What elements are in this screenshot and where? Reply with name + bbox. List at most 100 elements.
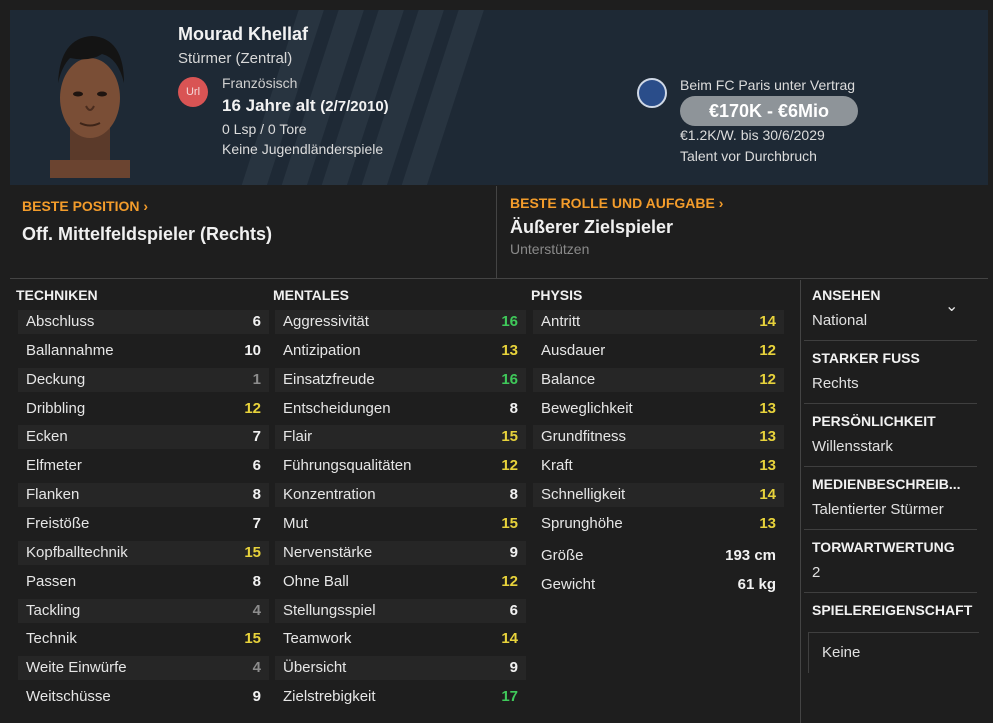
attribute-value: 12 — [244, 399, 261, 417]
attribute-name: Ausdauer — [541, 341, 606, 359]
attribute-row[interactable]: Zielstrebigkeit 17 — [275, 685, 526, 709]
best-position-link[interactable]: BESTE POSITION › — [22, 198, 148, 214]
divider — [804, 403, 977, 404]
attribute-value: 8 — [509, 486, 518, 504]
attribute-row[interactable]: Übersicht 9 — [275, 656, 526, 681]
player-age: 16 Jahre alt (2/7/2010) — [222, 96, 389, 116]
international-caps: 0 Lsp / 0 Tore — [222, 121, 307, 137]
attribute-value: 13 — [759, 457, 776, 475]
attribute-row[interactable]: Grundfitness 13 — [533, 425, 784, 450]
date-of-birth: (2/7/2010) — [320, 98, 389, 115]
attribute-name: Passen — [26, 572, 77, 590]
attribute-row[interactable]: Abschluss 6 — [18, 310, 269, 334]
attribute-name: Konzentration — [283, 486, 376, 504]
info-label: TORWARTWERTUNG — [812, 539, 955, 555]
info-label: SPIELEREIGENSCHAFT — [812, 602, 973, 618]
attribute-row[interactable]: Führungsqualitäten 12 — [275, 454, 526, 478]
attribute-row[interactable]: Weitschüsse 9 — [18, 685, 269, 709]
attribute-row[interactable]: Balance 12 — [533, 367, 784, 392]
physical-detail-row: Gewicht 61 kg — [533, 573, 784, 597]
attribute-value: 17 — [501, 688, 518, 706]
attribute-row[interactable]: Ohne Ball 12 — [275, 570, 526, 594]
attribute-value: 12 — [759, 341, 776, 359]
nationality: Französisch — [222, 75, 298, 91]
best-position-label: BESTE POSITION — [22, 198, 140, 214]
attribute-row[interactable]: Aggressivität 16 — [275, 310, 526, 334]
attribute-value: 4 — [252, 659, 261, 677]
attribute-value: 12 — [759, 370, 776, 388]
attribute-row[interactable]: Kopfballtechnik 15 — [18, 540, 269, 565]
attribute-value: 1 — [252, 370, 261, 388]
attribute-row[interactable]: Ballannahme 10 — [18, 339, 269, 363]
attribute-row[interactable]: Nervenstärke 9 — [275, 540, 526, 565]
attribute-row[interactable]: Flanken 8 — [18, 483, 269, 508]
transfer-value-badge[interactable]: €170K - €6Mio — [680, 96, 858, 126]
detail-name: Größe — [541, 547, 584, 564]
chevron-right-icon: › — [718, 195, 724, 211]
attribute-row[interactable]: Tackling 4 — [18, 598, 269, 623]
physical-header: PHYSIS — [531, 287, 583, 303]
attribute-name: Einsatzfreude — [283, 370, 375, 388]
attribute-name: Ecken — [26, 428, 68, 446]
attribute-row[interactable]: Weite Einwürfe 4 — [18, 656, 269, 681]
attribute-row[interactable]: Ecken 7 — [18, 425, 269, 450]
attribute-row[interactable]: Stellungsspiel 6 — [275, 598, 526, 623]
attribute-row[interactable]: Flair 15 — [275, 425, 526, 450]
attribute-row[interactable]: Antizipation 13 — [275, 339, 526, 363]
attribute-value: 4 — [252, 601, 261, 619]
divider — [800, 280, 801, 723]
detail-value: 193 cm — [725, 547, 776, 564]
nationality-flag-icon[interactable]: Url — [178, 77, 208, 107]
attribute-name: Führungsqualitäten — [283, 457, 412, 475]
attribute-name: Weite Einwürfe — [26, 659, 127, 677]
info-value: 2 — [812, 564, 821, 581]
attribute-row[interactable]: Entscheidungen 8 — [275, 397, 526, 421]
info-value: Talentierter Stürmer — [812, 501, 944, 518]
attribute-row[interactable]: Dribbling 12 — [18, 397, 269, 421]
attribute-value: 15 — [244, 543, 261, 561]
attribute-row[interactable]: Konzentration 8 — [275, 483, 526, 508]
detail-name: Gewicht — [541, 575, 596, 593]
attribute-row[interactable]: Ausdauer 12 — [533, 339, 784, 363]
best-role-duty: Unterstützen — [510, 241, 590, 257]
attribute-name: Tackling — [26, 601, 81, 619]
club-crest-icon[interactable] — [637, 78, 667, 108]
attribute-row[interactable]: Teamwork 14 — [275, 627, 526, 651]
attribute-row[interactable]: Mut 15 — [275, 512, 526, 536]
attribute-value: 15 — [501, 428, 518, 446]
youth-caps: Keine Jugendländerspiele — [222, 141, 384, 157]
attribute-row[interactable]: Deckung 1 — [18, 367, 269, 392]
info-label: MEDIENBESCHREIB... — [812, 476, 961, 492]
info-label: ANSEHEN — [812, 287, 881, 303]
attribute-name: Dribbling — [26, 399, 86, 417]
attribute-name: Aggressivität — [283, 313, 369, 330]
attribute-row[interactable]: Freistöße 7 — [18, 512, 269, 536]
attribute-name: Ballannahme — [26, 341, 114, 359]
attribute-name: Grundfitness — [541, 428, 627, 446]
attribute-row[interactable]: Antritt 14 — [533, 310, 784, 334]
attribute-value: 12 — [501, 572, 518, 590]
attribute-row[interactable]: Schnelligkeit 14 — [533, 483, 784, 508]
attribute-value: 14 — [759, 486, 776, 504]
chevron-down-icon[interactable]: ⌄ — [945, 296, 958, 316]
attribute-value: 13 — [759, 399, 776, 417]
attribute-value: 9 — [252, 688, 261, 706]
attribute-name: Deckung — [26, 370, 86, 388]
attribute-name: Antizipation — [283, 341, 361, 359]
attribute-name: Weitschüsse — [26, 688, 111, 706]
attribute-row[interactable]: Sprunghöhe 13 — [533, 512, 784, 536]
attribute-row[interactable]: Kraft 13 — [533, 454, 784, 478]
info-value: Rechts — [812, 375, 859, 392]
attribute-row[interactable]: Elfmeter 6 — [18, 454, 269, 478]
attribute-row[interactable]: Technik 15 — [18, 627, 269, 651]
best-role-link[interactable]: BESTE ROLLE UND AUFGABE › — [510, 195, 723, 211]
attribute-value: 8 — [509, 399, 518, 417]
attribute-row[interactable]: Passen 8 — [18, 570, 269, 594]
attribute-name: Entscheidungen — [283, 399, 391, 417]
divider — [804, 466, 977, 467]
attribute-name: Nervenstärke — [283, 543, 373, 561]
attribute-row[interactable]: Einsatzfreude 16 — [275, 367, 526, 392]
attribute-row[interactable]: Beweglichkeit 13 — [533, 397, 784, 421]
club-contract[interactable]: Beim FC Paris unter Vertrag — [680, 77, 855, 93]
best-role-label: BESTE ROLLE UND AUFGABE — [510, 195, 715, 211]
